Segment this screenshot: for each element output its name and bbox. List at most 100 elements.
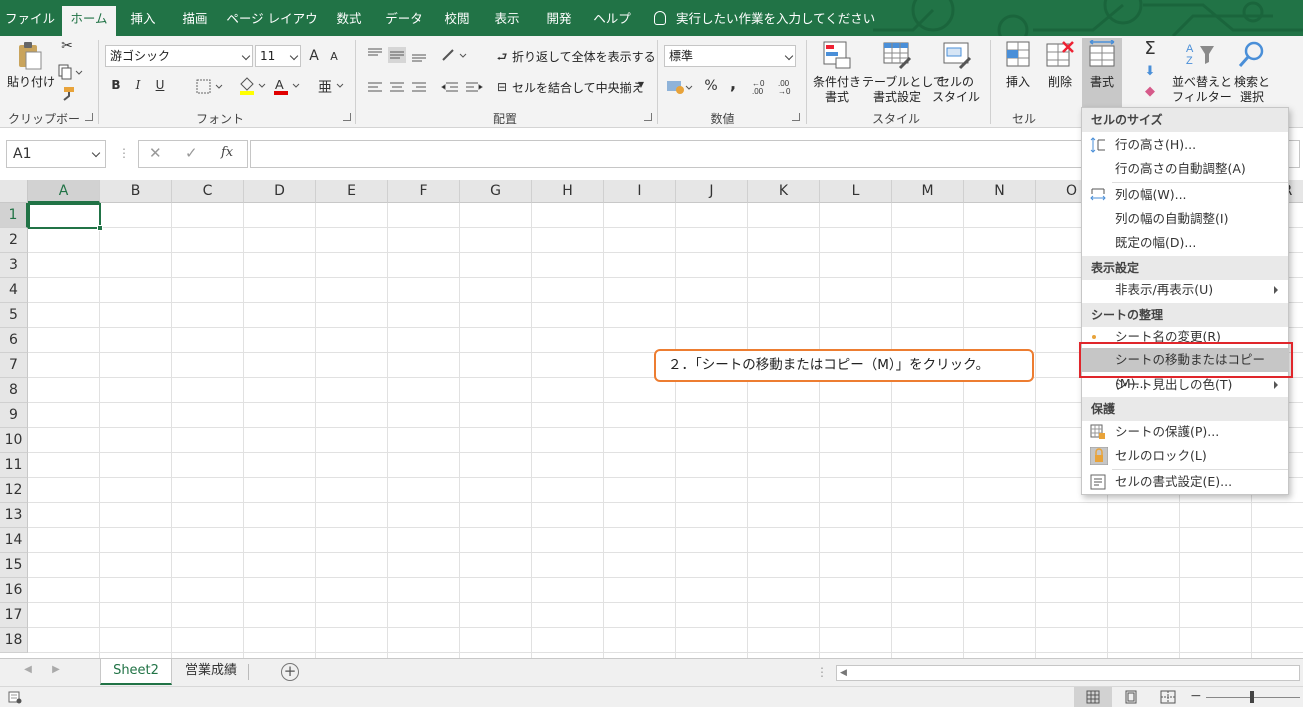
- row-header-10[interactable]: 10: [0, 428, 28, 453]
- font-size-select[interactable]: 11: [255, 45, 301, 67]
- row-header-13[interactable]: 13: [0, 503, 28, 528]
- find-select-label1[interactable]: 検索と: [1228, 75, 1276, 90]
- add-sheet-button[interactable]: +: [281, 663, 299, 681]
- scroll-left-icon[interactable]: ◀: [840, 668, 847, 678]
- row-header-14[interactable]: 14: [0, 528, 28, 553]
- row-header-6[interactable]: 6: [0, 328, 28, 353]
- row-header-12[interactable]: 12: [0, 478, 28, 503]
- insert-button[interactable]: 挿入: [996, 75, 1040, 90]
- column-header-h[interactable]: H: [532, 180, 604, 203]
- merge-center-button[interactable]: セルを結合して中央揃え: [512, 81, 644, 96]
- menu-item-hide-unhide[interactable]: 非表示/再表示(U): [1082, 278, 1288, 302]
- scroll-tabs-right-icon[interactable]: ▶: [50, 664, 62, 675]
- copy-icon[interactable]: [58, 64, 84, 80]
- bold-button[interactable]: B: [108, 78, 124, 92]
- conditional-format-label1[interactable]: 条件付き: [808, 75, 866, 90]
- indent-icon[interactable]: [440, 80, 484, 96]
- row-header-8[interactable]: 8: [0, 378, 28, 403]
- wrap-text-button[interactable]: 折り返して全体を表示する: [512, 50, 656, 65]
- decimal-icon[interactable]: ←0.00 .00→0: [750, 78, 802, 96]
- horizontal-align-icon[interactable]: [366, 80, 430, 96]
- tab-data[interactable]: データ: [376, 6, 432, 36]
- cell-styles-label2[interactable]: スタイル: [930, 90, 982, 105]
- scroll-tabs-left-icon[interactable]: ◀: [22, 664, 34, 675]
- tell-me-search[interactable]: 実行したい作業を入力してください: [654, 6, 875, 32]
- font-name-select[interactable]: 游ゴシック: [105, 45, 253, 67]
- row-header-11[interactable]: 11: [0, 453, 28, 478]
- paste-icon[interactable]: [14, 41, 44, 71]
- phonetic-icon[interactable]: 亜: [316, 76, 346, 96]
- conditional-format-icon[interactable]: [822, 40, 852, 70]
- font-color-icon[interactable]: A: [272, 76, 302, 96]
- fill-color-icon[interactable]: [238, 76, 268, 96]
- column-header-f[interactable]: F: [388, 180, 460, 203]
- find-select-label2[interactable]: 選択: [1228, 90, 1276, 105]
- column-header-e[interactable]: E: [316, 180, 388, 203]
- menu-item-row-height[interactable]: 行の高さ(H)...: [1082, 133, 1288, 157]
- tab-split-grip-icon[interactable]: ⋮: [816, 665, 828, 679]
- normal-view-button[interactable]: [1074, 687, 1112, 707]
- decrease-font-icon[interactable]: A: [326, 50, 342, 63]
- column-header-b[interactable]: B: [100, 180, 172, 203]
- enter-icon[interactable]: ✓: [185, 144, 198, 162]
- row-header-15[interactable]: 15: [0, 553, 28, 578]
- cut-icon[interactable]: ✂: [58, 38, 76, 54]
- format-as-table-label2[interactable]: 書式設定: [862, 90, 932, 105]
- tab-draw[interactable]: 描画: [170, 6, 220, 36]
- insert-cells-icon[interactable]: [1003, 40, 1033, 70]
- comma-button[interactable]: ,: [726, 74, 740, 93]
- font-launcher-icon[interactable]: [343, 113, 351, 121]
- sheet-tab-sales[interactable]: 営業成績: [174, 659, 248, 685]
- row-header-9[interactable]: 9: [0, 403, 28, 428]
- row-header-16[interactable]: 16: [0, 578, 28, 603]
- select-all-button[interactable]: [0, 180, 28, 203]
- cancel-icon[interactable]: ✕: [149, 144, 162, 162]
- column-header-d[interactable]: D: [244, 180, 316, 203]
- tab-review[interactable]: 校閲: [434, 6, 480, 36]
- fill-icon[interactable]: ⬇: [1140, 64, 1160, 79]
- column-header-g[interactable]: G: [460, 180, 532, 203]
- menu-item-protect-sheet[interactable]: シートの保護(P)...: [1082, 420, 1288, 444]
- sheet-tab-sheet2[interactable]: Sheet2: [100, 659, 172, 685]
- tab-insert[interactable]: 挿入: [118, 6, 168, 36]
- column-header-i[interactable]: I: [604, 180, 676, 203]
- currency-icon[interactable]: [666, 78, 696, 96]
- number-format-select[interactable]: 標準: [664, 45, 796, 67]
- sort-filter-label2[interactable]: フィルター: [1172, 90, 1232, 105]
- format-as-table-icon[interactable]: [882, 40, 912, 70]
- column-header-l[interactable]: L: [820, 180, 892, 203]
- clear-icon[interactable]: ◆: [1140, 84, 1160, 99]
- name-box[interactable]: A1: [6, 140, 106, 168]
- tab-formulas[interactable]: 数式: [324, 6, 374, 36]
- percent-button[interactable]: %: [702, 78, 720, 94]
- insert-function-icon[interactable]: fx: [221, 145, 233, 160]
- page-break-view-icon[interactable]: [1160, 690, 1176, 704]
- fill-handle[interactable]: [97, 225, 103, 231]
- row-header-1[interactable]: 1: [0, 203, 28, 228]
- menu-item-column-width[interactable]: 列の幅(W)...: [1082, 183, 1288, 207]
- row-header-17[interactable]: 17: [0, 603, 28, 628]
- menu-item-format-cells[interactable]: セルの書式設定(E)...: [1082, 470, 1288, 494]
- find-select-icon[interactable]: [1237, 40, 1267, 70]
- format-button-active[interactable]: 書式: [1082, 38, 1122, 108]
- tab-view[interactable]: 表示: [482, 6, 532, 36]
- conditional-format-label2[interactable]: 書式: [808, 90, 866, 105]
- sort-filter-label1[interactable]: 並べ替えと: [1172, 75, 1232, 90]
- italic-button[interactable]: I: [130, 78, 146, 92]
- active-cell-a1[interactable]: [28, 203, 101, 229]
- border-icon[interactable]: [196, 79, 226, 95]
- tab-developer[interactable]: 開発: [534, 6, 584, 36]
- tab-page-layout[interactable]: ページ レイアウト: [222, 6, 322, 52]
- clipboard-launcher-icon[interactable]: [85, 113, 93, 121]
- column-header-k[interactable]: K: [748, 180, 820, 203]
- menu-item-autofit-column[interactable]: 列の幅の自動調整(I): [1082, 207, 1288, 231]
- row-header-18[interactable]: 18: [0, 628, 28, 653]
- row-header-7[interactable]: 7: [0, 353, 28, 378]
- column-header-m[interactable]: M: [892, 180, 964, 203]
- sort-filter-icon[interactable]: AZ: [1186, 40, 1216, 70]
- horizontal-scrollbar[interactable]: ◀: [836, 665, 1300, 681]
- menu-item-lock-cell[interactable]: セルのロック(L): [1082, 444, 1288, 468]
- column-header-c[interactable]: C: [172, 180, 244, 203]
- format-as-table-label1[interactable]: テーブルとして: [862, 75, 945, 90]
- column-header-n[interactable]: N: [964, 180, 1036, 203]
